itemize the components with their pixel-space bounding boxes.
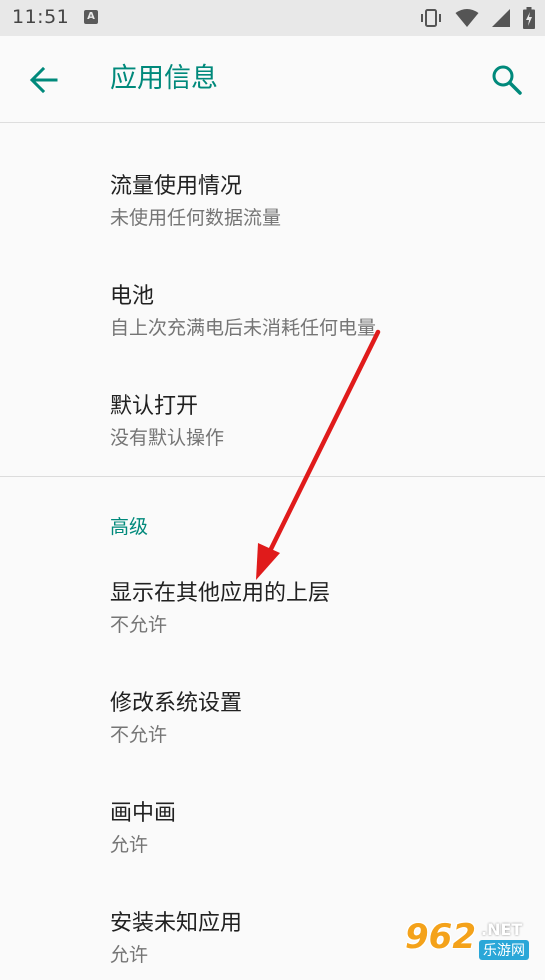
item-summary: 允许 xyxy=(110,943,148,967)
notification-icon: A xyxy=(84,10,98,24)
item-summary: 允许 xyxy=(110,833,148,857)
search-icon[interactable] xyxy=(487,60,527,100)
battery-charging-icon xyxy=(523,7,535,29)
status-time: 11:51 xyxy=(12,6,69,28)
item-summary: 不允许 xyxy=(110,613,167,637)
list-item-display-over-other-apps[interactable]: 显示在其他应用的上层 不允许 xyxy=(0,540,545,650)
item-summary: 自上次充满电后未消耗任何电量 xyxy=(110,316,376,340)
list-item-battery[interactable]: 电池 自上次充满电后未消耗任何电量 xyxy=(0,233,545,343)
watermark-logo: 962 .NET 乐游网 xyxy=(399,914,539,964)
status-icons xyxy=(419,7,535,29)
list-item-open-by-default[interactable]: 默认打开 没有默认操作 xyxy=(0,343,545,453)
back-arrow-icon[interactable] xyxy=(24,60,64,100)
section-header-advanced: 高级 xyxy=(110,514,148,540)
item-title: 默认打开 xyxy=(110,393,198,421)
list-item-modify-system-settings[interactable]: 修改系统设置 不允许 xyxy=(0,650,545,760)
cell-signal-icon xyxy=(491,8,511,28)
watermark-number: 962 xyxy=(405,918,476,956)
watermark-subtitle: 乐游网 xyxy=(479,940,529,960)
wifi-icon xyxy=(455,8,479,28)
item-title: 修改系统设置 xyxy=(110,690,242,718)
watermark-net: .NET xyxy=(481,920,522,939)
vibrate-icon xyxy=(419,8,443,28)
item-summary: 没有默认操作 xyxy=(110,426,224,450)
section-divider xyxy=(0,476,545,477)
item-title: 流量使用情况 xyxy=(110,173,242,201)
app-bar: 应用信息 xyxy=(0,36,545,123)
item-summary: 未使用任何数据流量 xyxy=(110,206,281,230)
item-title: 显示在其他应用的上层 xyxy=(110,580,330,608)
item-summary: 不允许 xyxy=(110,723,167,747)
status-bar: 11:51 A xyxy=(0,0,545,36)
list-item-picture-in-picture[interactable]: 画中画 允许 xyxy=(0,760,545,870)
list-item-data-usage[interactable]: 流量使用情况 未使用任何数据流量 xyxy=(0,123,545,233)
item-title: 电池 xyxy=(110,283,154,311)
page-title: 应用信息 xyxy=(110,60,218,98)
item-title: 安装未知应用 xyxy=(110,910,242,938)
item-title: 画中画 xyxy=(110,800,176,828)
